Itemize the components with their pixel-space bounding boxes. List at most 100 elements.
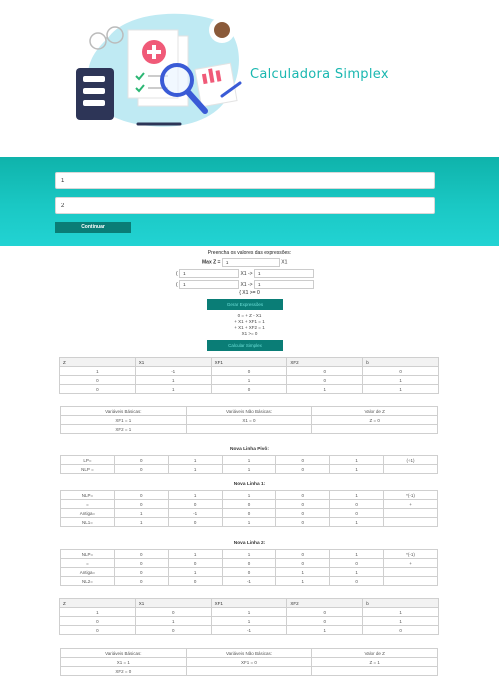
app-title: Calculadora Simplex [250,67,389,82]
cell: X1 = 1 [60,657,187,667]
cell [383,508,438,518]
cell: + [383,558,438,568]
cell: 0 [113,567,169,577]
new-line-2-title: Nova Linha 2: [233,541,266,546]
cell: 0 [275,499,331,509]
cell: 0 [167,558,223,568]
cell: 1 [286,625,364,635]
variables-table-2: Variáveis Básicas: Variáveis Não Básicas… [60,648,438,676]
col-header: Z [59,357,136,367]
cell: 1 [286,384,364,394]
cell: 0 [275,464,331,474]
cell: 0 [275,455,331,465]
cell: XF2 = 0 [60,666,187,676]
col-header: Variáveis Não Básicas: [185,648,313,658]
table-row: NLP= 0 1 1 0 1 *(-1) [60,490,438,500]
cell: NLP = [60,464,115,474]
cell: 0 [286,607,364,617]
cell: 1 [113,517,169,527]
cell: 0 [362,366,439,376]
cell: 0 [362,625,439,635]
cell: XF1 = 0 [185,657,313,667]
cell: -1 [210,625,288,635]
col-header: X1 [134,598,212,608]
new-line-2-table: NLP= 0 1 1 0 1 *(-1) = 0 0 0 0 0 + Antiga= 0 1 0 1 1 NL2=… [60,549,438,586]
generate-expressions-button[interactable]: Gerar Expressões [207,299,283,310]
cell: 0 [113,464,169,474]
cell: 0 [286,375,364,385]
cell: Antiga= [60,567,115,577]
cell: 0 [286,366,364,376]
maxz-label: Max Z = [202,259,221,266]
cell: 1 [210,375,288,385]
cell: 0 [134,625,212,635]
col-header: XF2 [286,598,364,608]
restriction-row-2: ( 1 X1 -> 1 [176,280,314,289]
cell: 0 [221,567,277,577]
cell: Z = 1 [311,657,438,667]
cell: = [60,558,115,568]
cell [383,576,438,586]
objective-var-label: X1 [281,259,288,266]
cell: 0 [221,508,277,518]
table-row: NL1= 1 0 1 0 1 [60,517,438,527]
cell: 0 [59,625,136,635]
table-row: 01011 [59,384,439,394]
cell: XF2 = 1 [60,424,187,434]
r2-coef-input[interactable]: 1 [179,280,240,289]
col-header: X1 [134,357,212,367]
cell: 1 [167,490,223,500]
table-row: 01101 [59,375,439,385]
cell: 0 [329,499,385,509]
cell: *(-1) [383,549,438,559]
r1-rhs-input[interactable]: 1 [253,269,314,278]
table-row: NL2= 0 0 -1 1 0 [60,576,438,586]
r2-rhs-input[interactable]: 1 [253,280,314,289]
cell: 0 [221,499,277,509]
objective-coef-input[interactable]: 1 [221,258,280,267]
cell: 1 [221,517,277,527]
cell: 1 [210,607,288,617]
cell: 0 [210,366,288,376]
cell: 1 [221,464,277,474]
table-row: = 0 0 0 0 0 + [60,499,438,509]
cell: 0 [275,517,331,527]
col-header: Variáveis Não Básicas: [185,406,313,416]
table-row: Antiga= 1 -1 0 0 0 [60,508,438,518]
cell: 1 [59,607,136,617]
col-header: XF1 [210,357,288,367]
col-header: b [362,357,439,367]
cell: LP= [60,455,115,465]
table-row: X1 = 1 XF1 = 0Z = 1 [60,657,438,667]
brace: ( [176,281,178,288]
variables-count-input[interactable] [55,172,435,189]
cell: 0 [113,549,169,559]
calculate-simplex-button[interactable]: Calcular Simplex [207,340,283,351]
continue-button[interactable]: Continuar [55,222,131,233]
cell: 0 [59,616,136,626]
cell: 0 [167,517,223,527]
tableau-2: Z X1 XF1 XF2 b 10101 01101 0 0 -1 1 0 [59,598,439,635]
cell: + [383,499,438,509]
pivot-table: LP= 0 1 1 0 1 (÷1) NLP = 0 1 1 0 1 [60,455,438,474]
cell: -1 [221,576,277,586]
cell: 0 [275,558,331,568]
new-line-1-table: NLP= 0 1 1 0 1 *(-1) = 0 0 0 0 0 + Antiga= 1 -1 0 0 0 NL1… [60,490,438,527]
cell: NL1= [60,517,115,527]
cell: NL2= [60,576,115,586]
expression-lines: 0 = + Z - X1 + X1 + XF1 = 1 + X1 + XF2 =… [0,313,499,337]
cell: 0 [113,490,169,500]
cell: NLP= [60,549,115,559]
restrictions-count-input[interactable] [55,197,435,214]
input-band: Continuar [0,157,499,246]
cell: 0 [329,558,385,568]
cell: *(-1) [383,490,438,500]
table-row: XF1 = 1 X1 = 0Z = 0 [60,415,438,425]
cell [311,666,438,676]
cell: 0 [167,576,223,586]
table-row: 1 -1 0 0 0 [59,366,439,376]
cell: 0 [113,455,169,465]
col-header: Valor de Z [311,648,438,658]
r1-coef-input[interactable]: 1 [179,269,240,278]
table-row: 10101 [59,607,439,617]
